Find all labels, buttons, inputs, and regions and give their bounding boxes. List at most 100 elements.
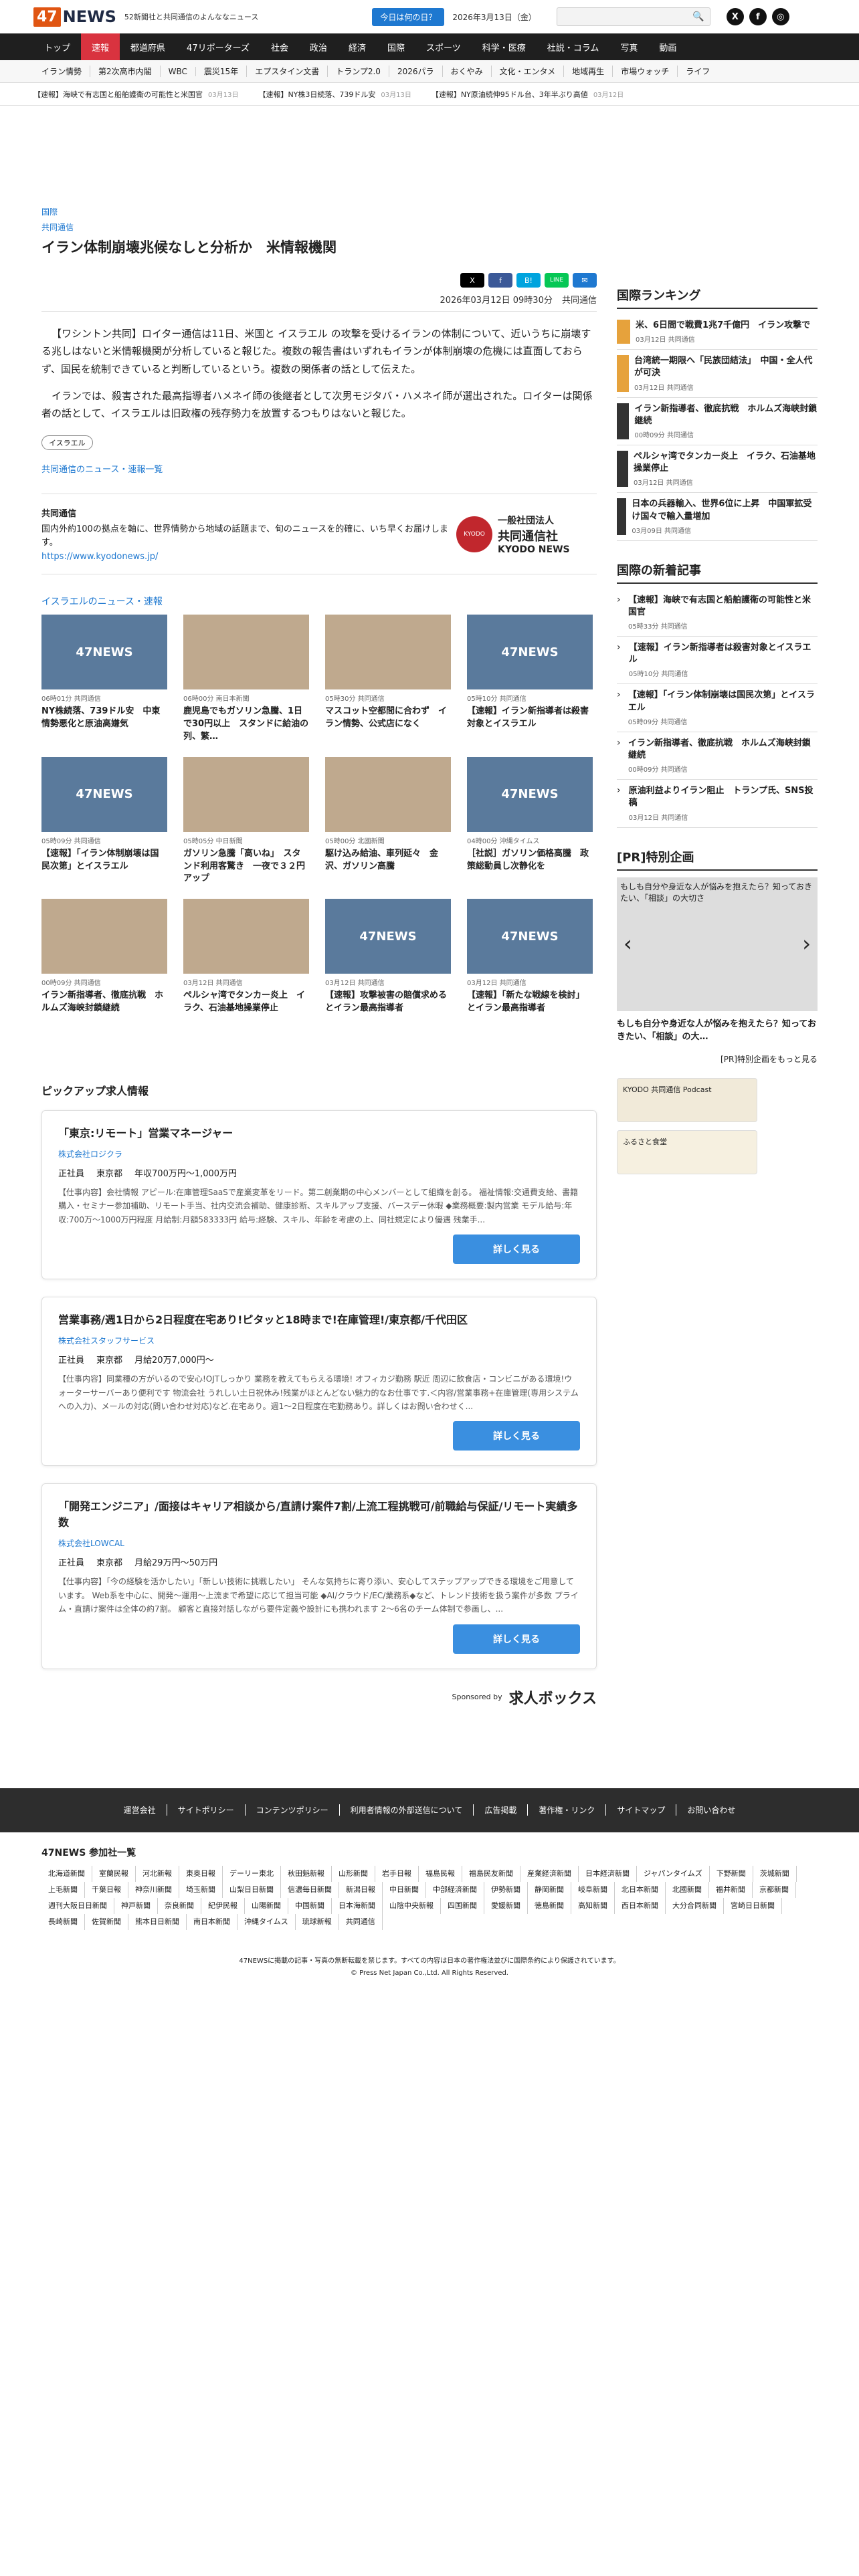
news-title[interactable]: ペルシャ湾でタンカー炎上 イラク、石油基地操業停止 [183,990,309,1015]
footer-link[interactable]: コンテンツポリシー [246,1804,340,1816]
news-card[interactable]: 47NEWS 05時10分 共同通信 【速報】イラン新指導者は殺害対象とイスラエル [467,615,593,744]
nav-item[interactable]: 社説・コラム [537,33,610,60]
member-link[interactable]: 伊勢新聞 [484,1881,528,1898]
member-link[interactable]: 紀伊民報 [201,1897,245,1915]
news-title[interactable]: 【速報】攻撃被害の賠償求めるとイラン最高指導者 [325,990,451,1015]
pr-carousel[interactable]: もしも自分や身近な人が悩みを抱えたら？知っておきたい、「相談」の大切さ ‹ › [617,877,818,1011]
member-link[interactable]: 週刊大阪日日新聞 [41,1897,114,1915]
member-link[interactable]: 共同通信 [339,1914,383,1931]
news-thumbnail[interactable]: 47NEWS [467,756,593,832]
share-line-icon[interactable]: LINE [545,273,569,288]
footer-link[interactable]: サイトポリシー [167,1804,246,1816]
member-link[interactable]: 北國新聞 [666,1881,709,1898]
member-link[interactable]: 信濃毎日新聞 [281,1881,339,1898]
member-link[interactable]: 神戸新聞 [114,1897,158,1915]
kyodo-url[interactable]: https://www.kyodonews.jp/ [41,552,456,562]
member-link[interactable]: 河北新報 [136,1865,179,1882]
ticker-item[interactable]: 【速報】NY原油続伸95ドル台、3年半ぶり高値 03月12日 [432,89,624,100]
nav-item[interactable]: 社会 [260,33,299,60]
share-facebook-icon[interactable]: f [488,273,512,288]
member-link[interactable]: 新潟日報 [339,1881,383,1898]
member-link[interactable]: 熊本日日新聞 [128,1914,187,1931]
subnav-item[interactable]: 2026パラ [389,66,443,77]
member-link[interactable]: 中日新聞 [383,1881,426,1898]
news-card[interactable]: 06時00分 南日本新聞 鹿児島でもガソリン急騰、1日で30円以上 スタンドに給油… [183,615,309,744]
news-thumbnail[interactable] [325,615,451,690]
member-link[interactable]: 西日本新聞 [615,1897,666,1915]
member-link[interactable]: 福島民報 [419,1865,462,1882]
pr-more-link[interactable]: [PR]特別企画をもっと見る [617,1053,818,1065]
member-link[interactable]: 福井新聞 [709,1881,753,1898]
subnav-item[interactable]: WBC [161,66,196,76]
news-thumbnail[interactable] [41,899,167,974]
nav-item[interactable]: スポーツ [415,33,472,60]
tag-israel[interactable]: イスラエル [41,435,93,451]
news-title[interactable]: 【速報】「イラン体制崩壊は国民次第」とイスラエル [41,848,167,873]
latest-title[interactable]: 原油利益よりイラン阻止 トランプ氏、SNS投稿 [629,785,818,809]
member-link[interactable]: 下野新聞 [710,1865,753,1882]
member-link[interactable]: 岩手日報 [375,1865,419,1882]
member-link[interactable]: 福島民友新聞 [462,1865,520,1882]
related-section-title[interactable]: イスラエルのニュース・速報 [41,595,597,608]
latest-item[interactable]: › 【速報】イラン新指導者は殺害対象とイスラエル 05時10分 共同通信 [617,637,818,685]
news-title[interactable]: 駆け込み給油、車列延々 金沢、ガソリン高騰 [325,848,451,873]
member-link[interactable]: 山形新聞 [332,1865,375,1882]
job-detail-button[interactable]: 詳しく見る [453,1235,580,1265]
member-link[interactable]: 奈良新聞 [158,1897,201,1915]
subnav-item[interactable]: 第2次高市内閣 [90,66,161,77]
footer-link[interactable]: サイトマップ [606,1804,677,1816]
member-link[interactable]: 佐賀新聞 [85,1914,128,1931]
ranking-item[interactable]: ペルシャ湾でタンカー炎上 イラク、石油基地操業停止 03月12日 共同通信 [617,445,818,494]
member-link[interactable]: 千葉日報 [85,1881,128,1898]
today-button[interactable]: 今日は何の日？ [372,7,445,26]
news-thumbnail[interactable]: 47NEWS [325,899,451,974]
member-link[interactable]: 北海道新聞 [41,1865,92,1882]
ranking-title[interactable]: イラン新指導者、徹底抗戦 ホルムズ海峡封鎖継続 [634,403,818,427]
search-input[interactable]: 🔍 [556,7,710,26]
member-link[interactable]: 茨城新聞 [753,1865,797,1882]
instagram-icon[interactable]: ◎ [771,8,789,25]
footer-link[interactable]: 利用者情報の外部送信について [340,1804,474,1816]
nav-item[interactable]: 経済 [338,33,377,60]
news-title[interactable]: NY株続落、739ドル安 中東情勢悪化と原油高嫌気 [41,706,167,731]
latest-item[interactable]: › 【速報】「イラン体制崩壊は国民次第」とイスラエル 05時09分 共同通信 [617,684,818,732]
nav-item[interactable]: 政治 [299,33,338,60]
news-title[interactable]: 【速報】「新たな戦線を検討」とイラン最高指導者 [467,990,593,1015]
job-title[interactable]: 「開発エンジニア」/面接はキャリア相談から/直請け案件7割/上流工程挑戦可/前職… [58,1499,580,1531]
news-title[interactable]: ［社説］ガソリン価格高騰 政策総動員し次静化を [467,848,593,873]
job-detail-button[interactable]: 詳しく見る [453,1421,580,1451]
news-card[interactable]: 47NEWS 03月12日 共同通信 【速報】攻撃被害の賠償求めるとイラン最高指導者 [325,899,451,1015]
job-title[interactable]: 営業事務/週1日から2日程度在宅あり!ピタッと18時まで!在庫管理!/東京都/千… [58,1312,580,1328]
news-thumbnail[interactable]: 47NEWS [41,756,167,832]
news-card[interactable]: 00時09分 共同通信 イラン新指導者、徹底抗戦 ホルムズ海峡封鎖継続 [41,899,167,1015]
nav-item[interactable]: 国際 [377,33,415,60]
member-link[interactable]: 神奈川新聞 [128,1881,179,1898]
member-link[interactable]: 愛媛新聞 [484,1897,528,1915]
member-link[interactable]: 日本経済新聞 [579,1865,637,1882]
member-link[interactable]: 中部経済新聞 [426,1881,484,1898]
latest-title[interactable]: イラン新指導者、徹底抗戦 ホルムズ海峡封鎖継続 [628,738,818,762]
facebook-icon[interactable]: f [749,8,767,25]
member-link[interactable]: 日本海新聞 [332,1897,383,1915]
member-link[interactable]: 室蘭民報 [92,1865,136,1882]
nav-item[interactable]: 科学・医療 [472,33,537,60]
job-detail-button[interactable]: 詳しく見る [453,1624,580,1654]
ranking-item[interactable]: 日本の兵器輸入、世界6位に上昇 中国軍拡受け国々で輸入量増加 03月09日 共同通… [617,493,818,541]
news-thumbnail[interactable] [183,615,309,690]
source-link[interactable]: 共同通信 [41,221,597,233]
news-title[interactable]: ガソリン急騰「高いね」 スタンド利用客驚き 一夜で３２円アップ [183,848,309,886]
subnav-item[interactable]: イラン情勢 [33,66,91,77]
news-thumbnail[interactable]: 47NEWS [467,615,593,690]
member-link[interactable]: 山陽新聞 [245,1897,288,1915]
member-link[interactable]: デーリー東北 [223,1865,281,1882]
news-thumbnail[interactable] [183,756,309,832]
latest-item[interactable]: › 【速報】海峡で有志国と船舶護衛の可能性と米国官 05時33分 共同通信 [617,589,818,637]
news-card[interactable]: 47NEWS 06時01分 共同通信 NY株続落、739ドル安 中東情勢悪化と原油高… [41,615,167,744]
latest-title[interactable]: 【速報】海峡で有志国と船舶護衛の可能性と米国官 [628,595,818,619]
news-title[interactable]: 鹿児島でもガソリン急騰、1日で30円以上 スタンドに給油の列、繁… [183,706,309,744]
news-card[interactable]: 47NEWS 04時00分 沖縄タイムス ［社説］ガソリン価格高騰 政策総動員し次静… [467,756,593,886]
nav-item[interactable]: 速報 [81,33,120,60]
member-link[interactable]: 東奥日報 [179,1865,223,1882]
search-icon[interactable]: 🔍 [692,11,704,22]
nav-item[interactable]: 都道府県 [120,33,176,60]
